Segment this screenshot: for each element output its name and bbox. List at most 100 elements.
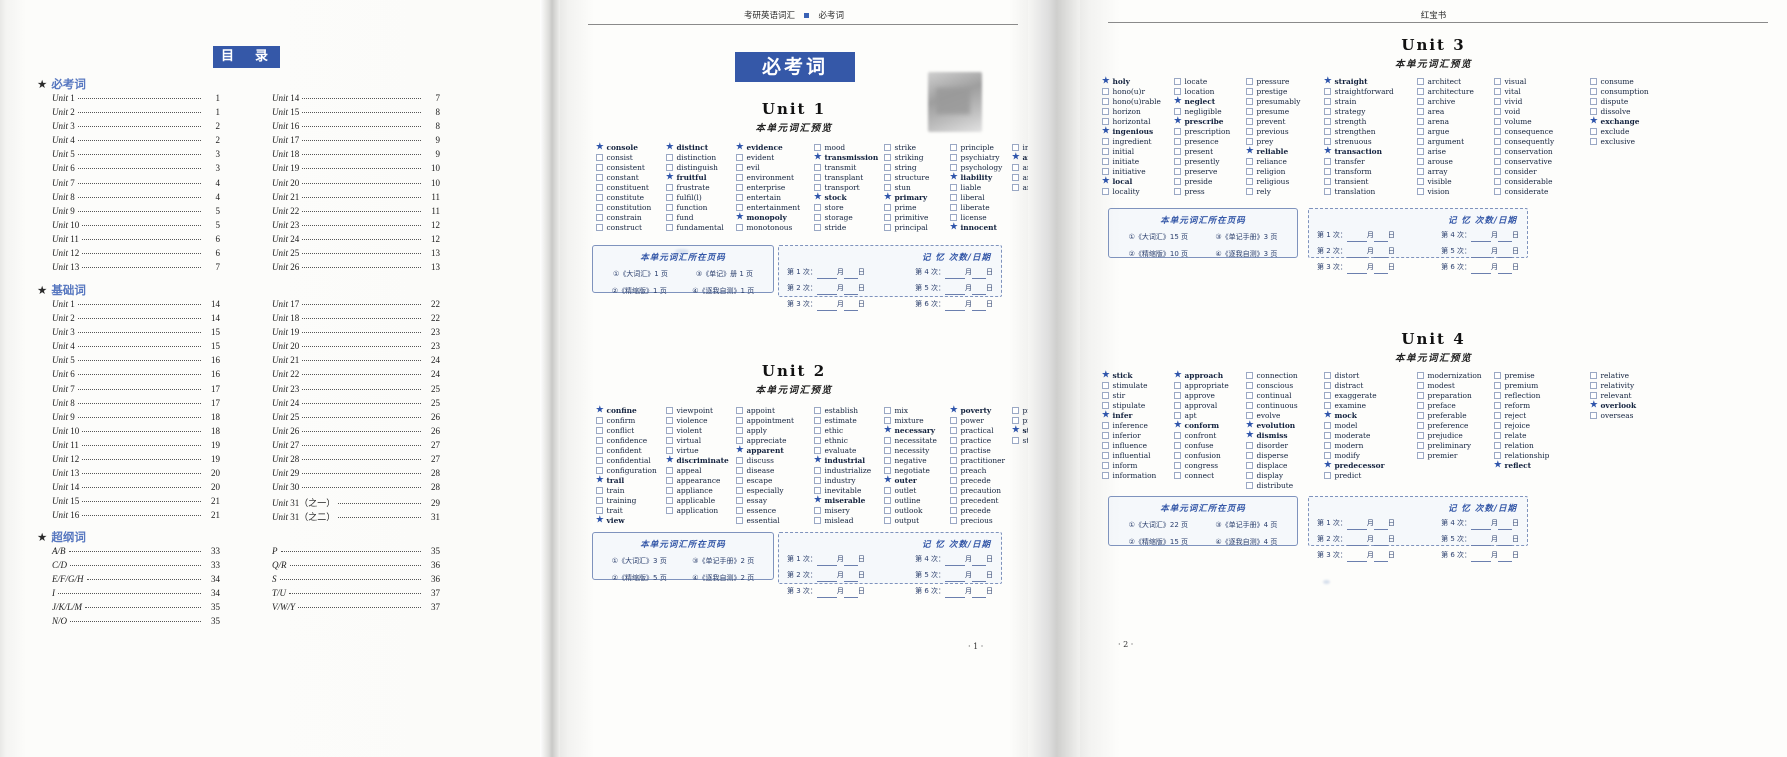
word-item[interactable]: annoy [1012,162,1028,172]
checkbox-icon[interactable] [884,516,891,524]
toc-entry[interactable]: Unit 5 3 [52,149,220,163]
word-item[interactable]: arise [1417,146,1494,156]
memory-record-cell[interactable]: 第 3 次：月日 [787,298,865,311]
checkbox-icon[interactable] [814,426,821,434]
word-item[interactable]: essay [736,495,814,505]
star-icon[interactable]: ★ [596,142,604,151]
checkbox-icon[interactable] [1246,127,1253,135]
checkbox-icon[interactable] [1174,167,1181,175]
toc-entry[interactable]: Unit 15 21 [52,496,220,510]
word-item[interactable]: practitioner [950,455,1012,465]
checkbox-icon[interactable] [950,143,957,151]
word-item[interactable]: translation [1324,186,1417,196]
word-item[interactable]: displace [1246,460,1324,470]
word-item[interactable]: ★ reflect [1494,460,1590,470]
word-item[interactable]: strenuous [1324,136,1417,146]
checkbox-icon[interactable] [1417,137,1424,145]
word-item[interactable]: stir [1102,390,1174,400]
word-item[interactable]: ★ approach [1174,370,1246,380]
checkbox-icon[interactable] [950,506,957,514]
word-item[interactable]: vision [1417,186,1494,196]
checkbox-icon[interactable] [1494,381,1501,389]
word-item[interactable]: ★ ingenious [1102,126,1174,136]
word-item[interactable]: prime [884,202,950,212]
word-item[interactable]: ★ monopoly [736,212,814,222]
star-icon[interactable]: ★ [596,515,604,524]
word-item[interactable]: evolve [1246,410,1324,420]
checkbox-icon[interactable] [736,183,743,191]
word-item[interactable]: store [814,202,884,212]
word-item[interactable]: straightforward [1324,86,1417,96]
checkbox-icon[interactable] [1494,127,1501,135]
word-item[interactable]: previous [1246,126,1324,136]
memory-record-cell[interactable]: 第 2 次：月日 [787,282,865,295]
checkbox-icon[interactable] [884,213,891,221]
word-item[interactable]: relationship [1494,450,1590,460]
word-item[interactable]: ★ necessary [884,425,950,435]
word-item[interactable]: practical [950,425,1012,435]
word-item[interactable]: ★ transaction [1324,146,1417,156]
checkbox-icon[interactable] [950,213,957,221]
word-item[interactable]: hono(u)rable [1102,96,1174,106]
toc-entry[interactable]: Unit 11 19 [52,440,220,454]
memory-record-cell[interactable]: 第 5 次：月日 [915,282,993,295]
word-item[interactable]: ★ fruitful [666,172,736,182]
memory-record-cell[interactable]: 第 4 次：月日 [915,266,993,279]
checkbox-icon[interactable] [1590,411,1597,419]
checkbox-icon[interactable] [1174,87,1181,95]
word-item[interactable]: monotonous [736,222,814,232]
toc-entry[interactable]: Unit 31（之一） 29 [272,496,440,510]
word-item[interactable]: arena [1417,116,1494,126]
toc-entry[interactable]: Unit 11 6 [52,234,220,248]
checkbox-icon[interactable] [1494,117,1501,125]
checkbox-icon[interactable] [1174,391,1181,399]
checkbox-icon[interactable] [736,506,743,514]
word-item[interactable]: inference [1102,420,1174,430]
word-item[interactable]: constrain [596,212,666,222]
checkbox-icon[interactable] [1494,147,1501,155]
checkbox-icon[interactable] [596,506,603,514]
checkbox-icon[interactable] [1174,127,1181,135]
checkbox-icon[interactable] [666,193,673,201]
checkbox-icon[interactable] [1246,471,1253,479]
word-item[interactable]: psychiatry [950,152,1012,162]
checkbox-icon[interactable] [1494,451,1501,459]
word-item[interactable]: ★ poverty [950,405,1012,415]
word-item[interactable]: ★ innocent [950,222,1012,232]
word-item[interactable]: initial [1102,146,1174,156]
checkbox-icon[interactable] [1102,147,1109,155]
checkbox-icon[interactable] [666,436,673,444]
checkbox-icon[interactable] [596,223,603,231]
word-item[interactable]: strengthen [1324,126,1417,136]
checkbox-icon[interactable] [736,486,743,494]
memory-record-cell[interactable]: 第 6 次：月日 [915,585,993,598]
checkbox-icon[interactable] [1417,147,1424,155]
word-item[interactable]: necessity [884,445,950,455]
word-item[interactable]: modernization [1417,370,1494,380]
word-item[interactable]: confuse [1174,440,1246,450]
word-item[interactable]: congress [1174,460,1246,470]
checkbox-icon[interactable] [1174,411,1181,419]
word-item[interactable]: negligible [1174,106,1246,116]
checkbox-icon[interactable] [736,406,743,414]
word-item[interactable]: output [884,515,950,525]
checkbox-icon[interactable] [1012,406,1019,414]
word-item[interactable]: frustrate [666,182,736,192]
word-item[interactable]: confirm [596,415,666,425]
word-item[interactable]: consumption [1590,86,1660,96]
star-icon[interactable]: ★ [950,222,958,231]
checkbox-icon[interactable] [1324,381,1331,389]
memory-record-cell[interactable]: 第 3 次：月日 [1317,549,1395,562]
word-item[interactable]: apt [1174,410,1246,420]
checkbox-icon[interactable] [596,496,603,504]
toc-entry[interactable]: Unit 14 20 [52,482,220,496]
checkbox-icon[interactable] [1494,87,1501,95]
checkbox-icon[interactable] [736,496,743,504]
checkbox-icon[interactable] [1012,163,1019,171]
word-item[interactable]: distinction [666,152,736,162]
checkbox-icon[interactable] [736,223,743,231]
checkbox-icon[interactable] [884,486,891,494]
checkbox-icon[interactable] [596,446,603,454]
word-item[interactable]: industry [814,475,884,485]
checkbox-icon[interactable] [596,466,603,474]
